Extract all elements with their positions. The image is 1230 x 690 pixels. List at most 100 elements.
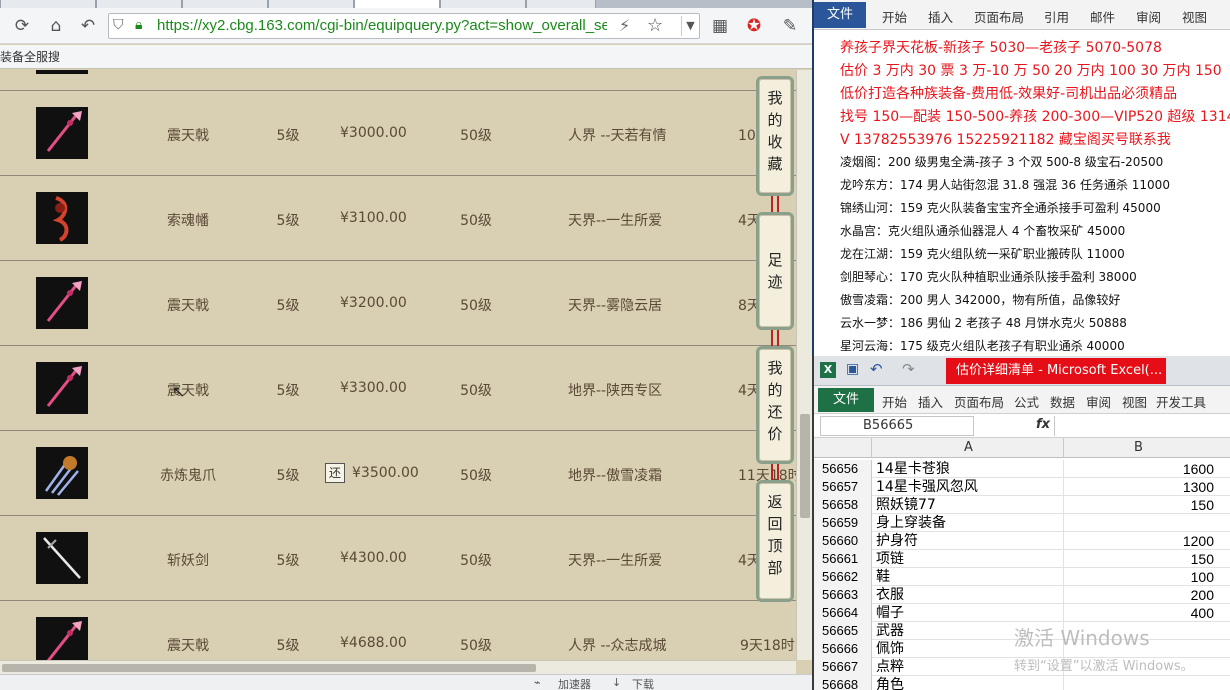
word-tab-view[interactable]: 视图	[1182, 7, 1207, 26]
row-number[interactable]: 56657	[814, 478, 872, 496]
sheet-row[interactable]: 56660 护身符 1200	[814, 532, 1230, 550]
excel-tab-insert[interactable]: 插入	[918, 392, 943, 411]
download-label[interactable]: 下载	[632, 676, 654, 690]
table-row[interactable]: 斩妖剑 5级 ¥4300.00 50级 天界--一生所爱 4天	[0, 515, 796, 600]
cell-a[interactable]: 衣服	[876, 586, 904, 604]
table-row[interactable]: 赤炼鬼爪 5级 还 ¥3500.00 50级 地界--傲雪凌霜 11天18时	[0, 430, 796, 515]
excel-tab-layout[interactable]: 页面布局	[954, 392, 1004, 411]
url-text[interactable]: https://xy2.cbg.163.com/cgi-bin/equipque…	[157, 17, 607, 34]
cell-b[interactable]: 100	[1064, 568, 1214, 586]
row-number[interactable]: 56664	[814, 604, 872, 622]
accelerator-icon[interactable]: ⌁	[534, 676, 541, 689]
cell-a[interactable]: 14星卡强风忽风	[876, 478, 978, 496]
doc-line[interactable]: V 13782553976 15225921182 藏宝阁买号联系我	[840, 129, 1171, 149]
item-image[interactable]	[36, 70, 88, 74]
bargain-tag[interactable]: 还	[325, 463, 345, 483]
excel-tab-review[interactable]: 审阅	[1086, 392, 1111, 411]
grid-icon[interactable]: ▦	[710, 16, 730, 36]
browser-tab[interactable]	[0, 0, 96, 8]
cell-a[interactable]: 武器	[876, 622, 904, 640]
cell-a[interactable]: 身上穿装备	[876, 514, 946, 532]
cell-b[interactable]: 1200	[1064, 532, 1214, 550]
item-image-claw[interactable]	[36, 447, 88, 499]
undo-close-icon[interactable]: ↶	[78, 16, 98, 36]
sheet-row[interactable]: 56657 14星卡强风忽风 1300	[814, 478, 1230, 496]
gamepad-icon[interactable]: ✪	[744, 16, 764, 36]
sheet-row[interactable]: 56656 14星卡苍狼 1600	[814, 460, 1230, 478]
word-tab-home[interactable]: 开始	[882, 7, 907, 26]
sheet-row[interactable]: 56668 角色	[814, 676, 1230, 690]
bookmark-item[interactable]: 装备全服搜	[0, 48, 60, 65]
footprints-button[interactable]: 足迹	[756, 212, 794, 330]
tools-icon[interactable]: ✎	[780, 16, 800, 36]
browser-tab[interactable]	[182, 0, 268, 8]
item-name[interactable]: 赤炼鬼爪	[140, 465, 236, 485]
excel-tab-data[interactable]: 数据	[1050, 392, 1075, 411]
doc-line[interactable]: 水晶宫：克火组队通杀仙器混人 4 个畜牧采矿 45000	[840, 222, 1125, 239]
dropdown-icon[interactable]: ▼	[681, 16, 699, 36]
scroll-thumb[interactable]	[2, 664, 536, 672]
row-number[interactable]: 56660	[814, 532, 872, 550]
item-image-pink-spear[interactable]	[36, 107, 88, 159]
excel-tab-view[interactable]: 视图	[1122, 392, 1147, 411]
doc-line[interactable]: 星河云海：175 级克火组队老孩子有职业通杀 40000	[840, 337, 1125, 354]
refresh-icon[interactable]: ⟳	[12, 16, 32, 36]
name-box[interactable]: B56665	[820, 416, 974, 436]
cell-b[interactable]: 1600	[1064, 460, 1214, 478]
column-header-a[interactable]: A	[964, 440, 973, 455]
table-row[interactable]: 震天戟 5级 ¥4688.00 50级 人界 --众志成城 9天18时	[0, 600, 796, 660]
sheet-row[interactable]: 56661 项链 150	[814, 550, 1230, 568]
table-row[interactable]	[0, 70, 796, 90]
row-number[interactable]: 56661	[814, 550, 872, 568]
row-number[interactable]: 56662	[814, 568, 872, 586]
doc-line[interactable]: 凌烟阁：200 级男鬼全满-孩子 3 个双 500-8 级宝石-20500	[840, 153, 1163, 170]
doc-line[interactable]: 龙在江湖：159 克火组队统一采矿职业搬砖队 11000	[840, 245, 1125, 262]
accelerator-label[interactable]: 加速器	[558, 676, 591, 690]
word-tab-references[interactable]: 引用	[1044, 7, 1069, 26]
cell-a[interactable]: 佩饰	[876, 640, 904, 658]
cell-b[interactable]: 150	[1064, 496, 1214, 514]
redo-icon[interactable]: ↷	[902, 360, 915, 378]
excel-tab-formulas[interactable]: 公式	[1014, 392, 1039, 411]
item-image-pink-spear[interactable]	[36, 362, 88, 414]
browser-tab[interactable]	[440, 0, 526, 8]
cell-b[interactable]: 1300	[1064, 478, 1214, 496]
cell-a[interactable]: 角色	[876, 676, 904, 690]
select-all-corner[interactable]	[814, 438, 872, 458]
doc-line[interactable]: 锦绣山河：159 克火队装备宝宝齐全通杀接手可盈利 45000	[840, 199, 1161, 216]
back-to-top-button[interactable]: 返回顶部	[756, 480, 794, 602]
sheet-row[interactable]: 56662 鞋 100	[814, 568, 1230, 586]
cell-a[interactable]: 护身符	[876, 532, 918, 550]
star-icon[interactable]: ☆	[647, 15, 663, 36]
row-number[interactable]: 56668	[814, 676, 872, 690]
item-name[interactable]: 索魂幡	[140, 210, 236, 230]
table-row[interactable]: 索魂幡 5级 ¥3100.00 50级 天界--一生所爱 4天	[0, 175, 796, 260]
browser-tab[interactable]	[526, 0, 596, 8]
formula-input[interactable]	[1054, 416, 1230, 436]
word-tab-layout[interactable]: 页面布局	[974, 7, 1024, 26]
doc-line[interactable]: 低价打造各种族装备-费用低-效果好-司机出品必须精品	[840, 83, 1177, 103]
excel-file-tab[interactable]: 文件	[818, 388, 874, 412]
undo-icon[interactable]: ↶	[870, 360, 883, 378]
address-bar[interactable]: ⛉ 🔒︎ https://xy2.cbg.163.com/cgi-bin/equ…	[108, 13, 700, 39]
bargain-button[interactable]: 我的还价	[756, 346, 794, 464]
item-image-red-banner[interactable]	[36, 192, 88, 244]
excel-tab-developer[interactable]: 开发工具	[1156, 392, 1206, 411]
doc-line[interactable]: 找号 150—配装 150-500-养孩 200-300—VIP520 超级 1…	[840, 106, 1230, 126]
doc-line[interactable]: 养孩子界天花板-新孩子 5030—老孩子 5070-5078	[840, 37, 1162, 57]
sheet-row[interactable]: 56659 身上穿装备	[814, 514, 1230, 532]
row-number[interactable]: 56667	[814, 658, 872, 676]
item-name[interactable]: 震天戟	[140, 295, 236, 315]
sheet-row[interactable]: 56658 照妖镜77 150	[814, 496, 1230, 514]
lightning-icon[interactable]: ⚡	[619, 16, 630, 35]
item-name[interactable]: 震天戟	[140, 380, 236, 400]
row-number[interactable]: 56656	[814, 460, 872, 478]
item-name[interactable]: 斩妖剑	[140, 550, 236, 570]
cell-a[interactable]: 帽子	[876, 604, 904, 622]
cell-a[interactable]: 鞋	[876, 568, 890, 586]
item-image-sword[interactable]	[36, 532, 88, 584]
cell-a[interactable]: 照妖镜77	[876, 496, 936, 514]
word-tab-insert[interactable]: 插入	[928, 7, 953, 26]
cell-b[interactable]: 400	[1064, 604, 1214, 622]
cell-a[interactable]: 点粹	[876, 658, 904, 676]
